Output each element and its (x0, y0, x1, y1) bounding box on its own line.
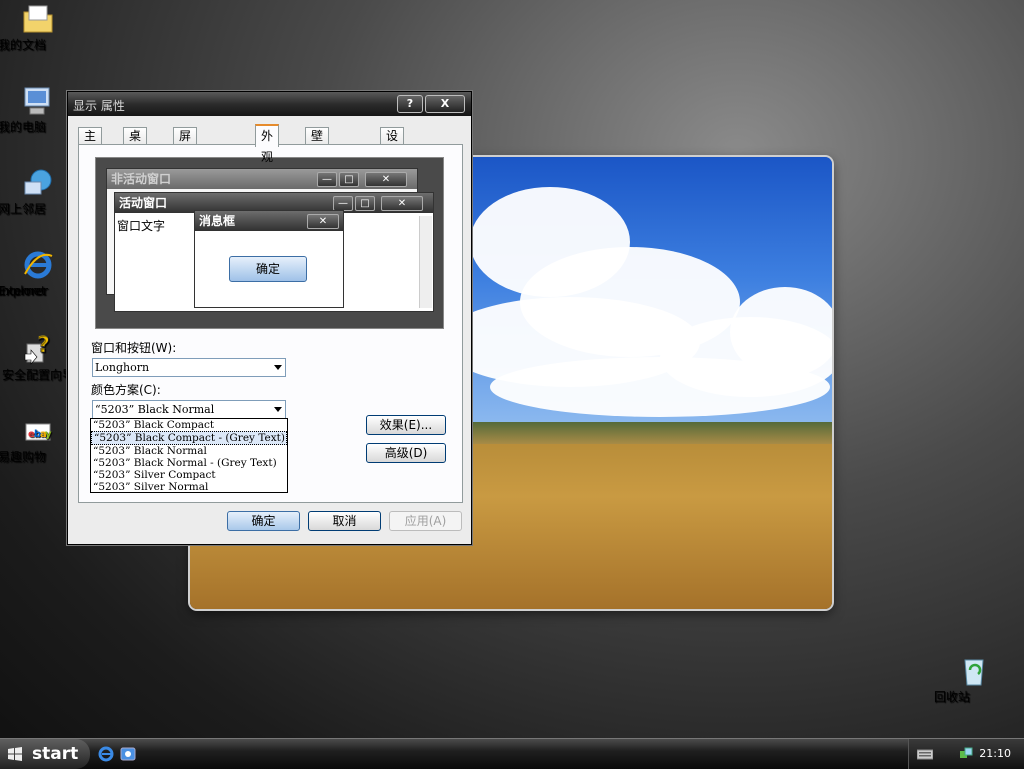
internet-explorer-icon (21, 248, 55, 282)
tab-wallpaper-changer[interactable]: 壁纸自动换 (305, 127, 330, 211)
tab-desktop[interactable]: 桌面 (123, 127, 148, 160)
start-button[interactable]: start (0, 739, 90, 769)
list-item[interactable]: “5203” Black Normal - (Grey Text) (91, 457, 287, 469)
tab-appearance[interactable]: 外观 (255, 124, 280, 164)
help-button[interactable]: ? (397, 95, 423, 113)
desktop-icon-label-line2: Explorer (0, 284, 48, 298)
taskbar: start 21:10 (0, 738, 1024, 769)
keyboard-icon[interactable] (916, 748, 934, 760)
network-icon (21, 166, 55, 200)
start-label: start (32, 744, 79, 764)
apply-button[interactable]: 应用(A) (389, 511, 462, 531)
tab-settings[interactable]: 设置 (380, 127, 405, 160)
desktop-icon-label: 易趣购物 (0, 450, 47, 464)
close-button[interactable]: X (425, 95, 465, 113)
minimize-icon: — (333, 196, 353, 211)
desktop-icon-label: 回收站 (934, 690, 971, 704)
close-icon: ✕ (365, 172, 407, 187)
preview-window-text: 窗口文字 (117, 219, 166, 233)
list-item[interactable]: “5203” Silver Compact (91, 469, 287, 481)
maximize-icon: □ (355, 196, 375, 211)
ok-button[interactable]: 确定 (227, 511, 300, 531)
appearance-preview: 非活动窗口 — □ ✕ 活动窗口 — □ ✕ 窗口文字 消息框 ✕ 确定 (95, 157, 444, 329)
desktop-icon-my-documents[interactable]: 我的文档 (0, 2, 78, 52)
quicklaunch-show-desktop-icon[interactable] (120, 746, 136, 762)
maximize-icon: □ (339, 172, 359, 187)
effects-button[interactable]: 效果(E)... (366, 415, 446, 435)
preview-message-box: 消息框 ✕ 确定 (194, 210, 344, 308)
tab-themes[interactable]: 主题 (78, 127, 103, 160)
recycle-bin-icon (957, 654, 991, 688)
svg-text:y: y (45, 429, 52, 440)
quicklaunch-ie-icon[interactable] (98, 746, 114, 762)
chevron-down-icon[interactable] (274, 407, 282, 412)
color-scheme-select[interactable]: “5203” Black Normal (92, 400, 286, 419)
list-item-selected[interactable]: “5203” Black Compact - (Grey Text) (91, 431, 287, 445)
folder-icon (21, 2, 55, 36)
svg-text:?: ? (37, 333, 50, 358)
color-scheme-value: “5203” Black Normal (95, 403, 215, 416)
cancel-button[interactable]: 取消 (308, 511, 381, 531)
color-scheme-dropdown-list[interactable]: “5203” Black Compact “5203” Black Compac… (90, 418, 288, 493)
ebay-shopping-icon: ebay (21, 414, 55, 448)
network-status-icon[interactable] (959, 747, 973, 761)
system-tray: 21:10 (908, 739, 1024, 769)
desktop-icon-recycle-bin[interactable]: 回收站 (934, 654, 1014, 704)
minimize-icon: — (317, 172, 337, 187)
clock: 21:10 (979, 747, 1011, 760)
security-wizard-icon: ? (21, 332, 55, 366)
advanced-button[interactable]: 高级(D) (366, 443, 446, 463)
windows-buttons-select[interactable]: Longhorn (92, 358, 286, 377)
tab-screensaver[interactable]: 屏幕保护程序 (173, 127, 198, 228)
desktop-icon-label: 我的电脑 (0, 120, 47, 134)
list-item[interactable]: “5203” Silver Normal (91, 481, 287, 492)
desktop-icon-label: 网上邻居 (0, 202, 47, 216)
close-icon: ✕ (307, 214, 339, 229)
preview-scrollbar (419, 216, 432, 308)
dialog-titlebar[interactable]: 显示 属性 ? X (68, 92, 471, 116)
desktop-icon-label: 我的文档 (0, 38, 47, 52)
windows-buttons-value: Longhorn (95, 361, 150, 374)
windows-logo-icon (8, 747, 22, 761)
close-icon: ✕ (381, 196, 423, 211)
color-scheme-label: 颜色方案(C): (91, 383, 161, 397)
dialog-title: 显示 属性 (73, 99, 125, 113)
list-item[interactable]: “5203” Black Compact (91, 419, 287, 431)
preview-ok-button: 确定 (229, 256, 307, 282)
list-item[interactable]: “5203” Black Normal (91, 445, 287, 457)
chevron-down-icon[interactable] (274, 365, 282, 370)
windows-buttons-label: 窗口和按钮(W): (91, 341, 177, 355)
computer-icon (21, 84, 55, 118)
